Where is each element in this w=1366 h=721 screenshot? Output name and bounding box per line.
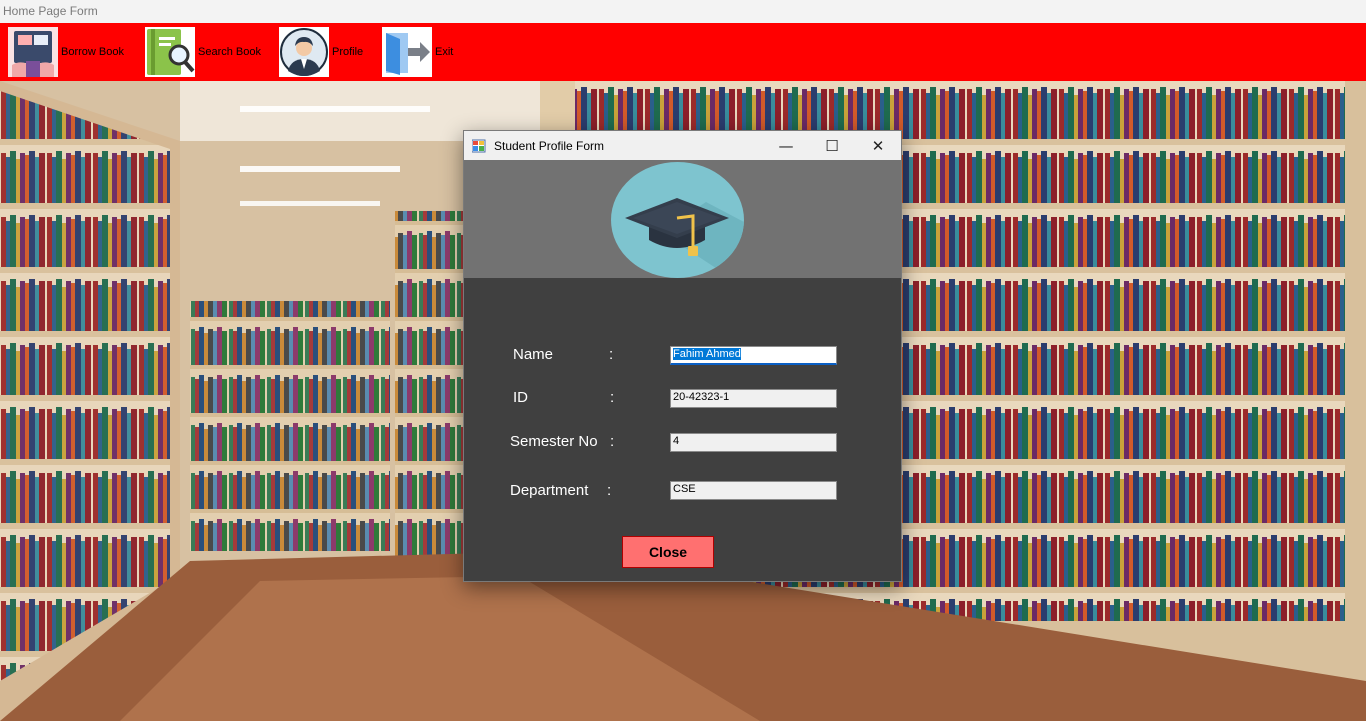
department-colon: : [607,482,612,499]
name-label: Name [513,346,554,363]
profile-icon [279,27,329,77]
search-book-label: Search Book [198,46,261,58]
exit-icon [382,27,432,77]
close-icon: ✕ [871,136,885,155]
search-book-button[interactable]: Search Book [145,27,261,77]
search-book-icon [145,27,195,77]
profile-header [464,160,901,278]
id-field[interactable]: 20-42323-1 [670,389,837,408]
maximize-button[interactable]: ☐ [809,131,855,160]
profile-label: Profile [332,46,364,58]
profile-button[interactable]: Profile [279,27,363,77]
exit-label: Exit [435,46,454,58]
close-window-button[interactable]: ✕ [855,131,901,160]
exit-button[interactable]: Exit [382,27,453,77]
close-button[interactable]: Close [622,536,714,568]
department-label: Department [510,482,589,499]
minimize-icon: — [778,136,794,155]
semester-label: Semester No [510,433,598,450]
name-colon: : [609,346,614,363]
student-profile-dialog: Student Profile Form — ☐ ✕ Name : Fahim … [463,130,902,582]
minimize-button[interactable]: — [763,131,809,160]
id-label: ID [513,389,528,406]
name-field[interactable]: Fahim Ahmed [670,346,837,365]
department-field[interactable]: CSE [670,481,837,500]
dialog-titlebar: Student Profile Form — ☐ ✕ [464,131,901,160]
dialog-title: Student Profile Form [494,138,605,153]
borrow-book-icon [8,27,58,77]
id-colon: : [610,389,615,406]
window-title: Home Page Form [0,0,1366,23]
borrow-book-button[interactable]: Borrow Book [8,27,124,77]
maximize-icon: ☐ [825,136,839,155]
graduation-cap-icon [611,162,744,278]
form-app-icon [471,139,486,153]
borrow-book-label: Borrow Book [61,46,124,58]
semester-colon: : [610,433,615,450]
toolbar: Borrow Book Search Book Profile Exit [0,23,1366,81]
semester-field[interactable]: 4 [670,433,837,452]
